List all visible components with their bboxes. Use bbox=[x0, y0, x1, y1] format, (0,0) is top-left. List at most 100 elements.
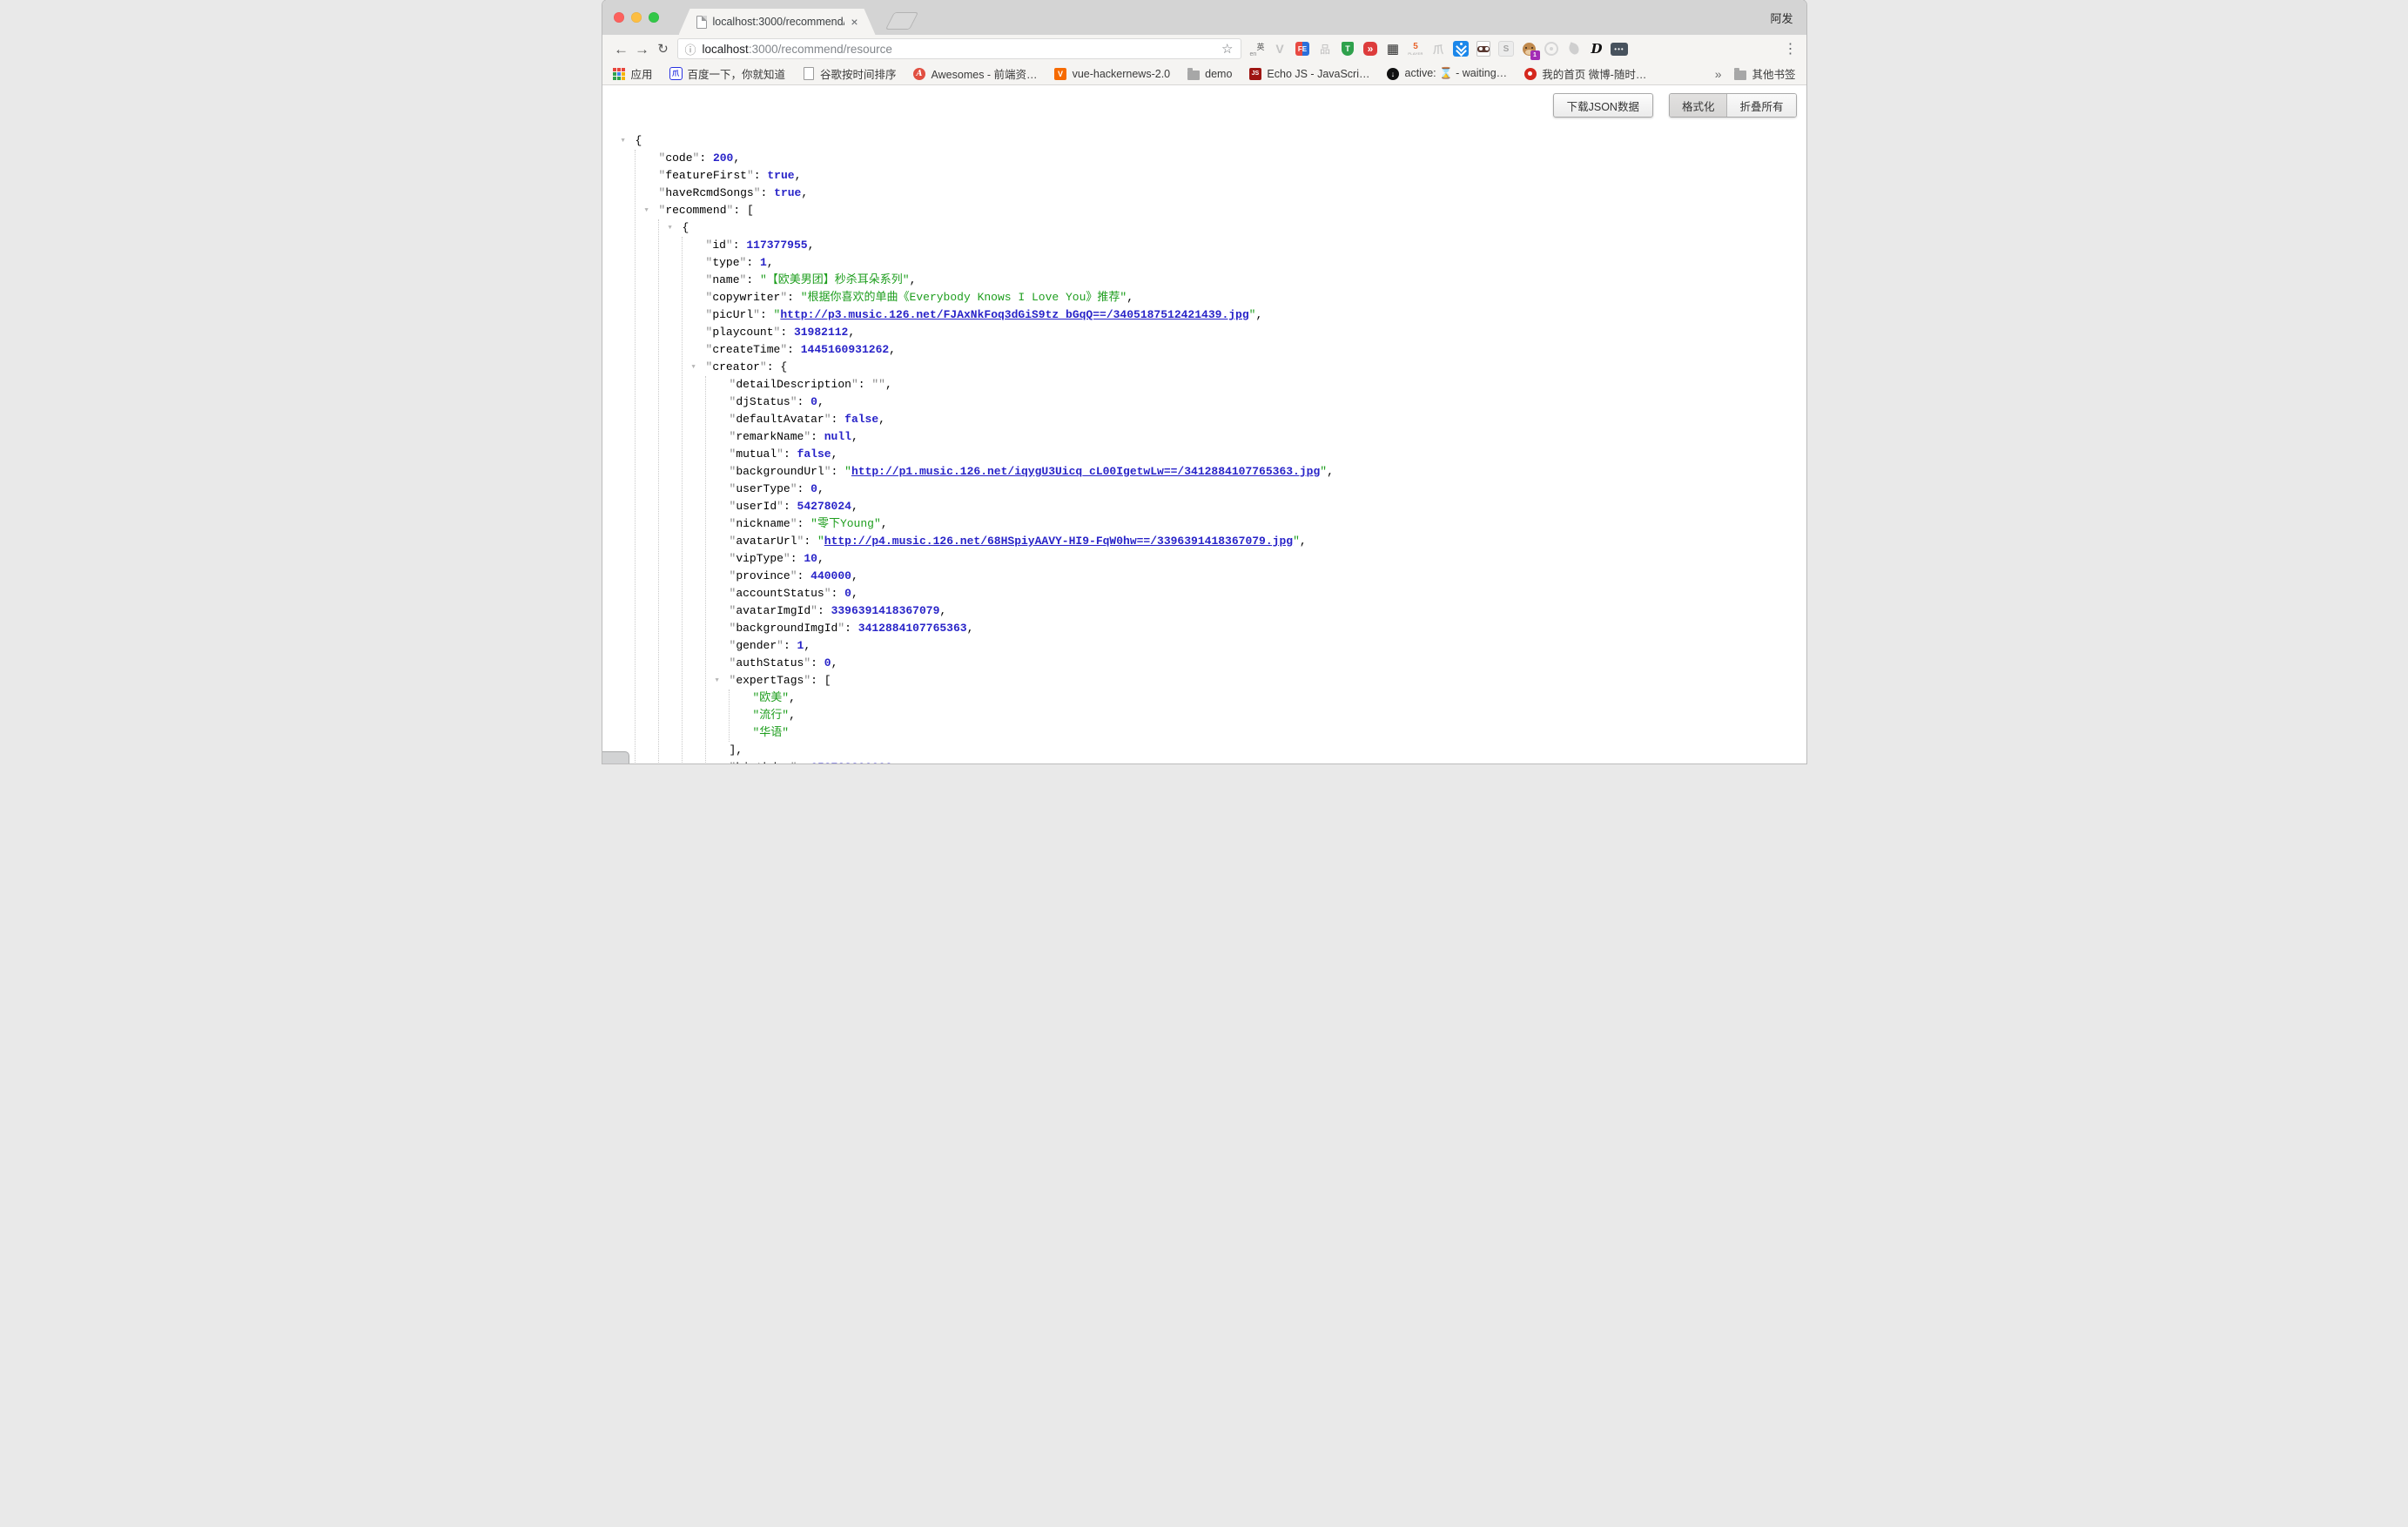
json-key: "creator": bbox=[706, 360, 781, 373]
extensions-row: 英enV FE品T »▦ 5PLAYER爪 S1 D ••• bbox=[1248, 40, 1779, 58]
json-line: "name": "【欧美男团】秒杀耳朵系列", bbox=[602, 272, 1806, 289]
bookmark-item[interactable]: 爪百度一下，你就知道 bbox=[669, 65, 786, 82]
json-punct: , bbox=[808, 239, 815, 252]
json-value: true bbox=[774, 186, 801, 199]
json-link-value: "http://p4.music.126.net/68HSpiyAAVY-HI9… bbox=[817, 535, 1300, 548]
bookmark-label: active: ⌛ - waiting… bbox=[1405, 67, 1508, 80]
qr-code-icon[interactable]: ▦ bbox=[1384, 40, 1402, 58]
s-extension-icon[interactable]: S bbox=[1497, 40, 1516, 58]
json-punct: , bbox=[831, 656, 838, 669]
json-punct: { bbox=[683, 221, 689, 234]
forward-icon[interactable]: → bbox=[632, 42, 653, 57]
bookmark-item[interactable]: AAwesomes - 前端资… bbox=[913, 65, 1038, 82]
json-line: "华语" bbox=[602, 724, 1806, 742]
json-value: null bbox=[824, 430, 851, 443]
json-line: "accountStatus": 0, bbox=[602, 585, 1806, 602]
profile-name[interactable]: 阿发 bbox=[1770, 10, 1793, 26]
monkey-icon[interactable]: 1 bbox=[1520, 40, 1538, 58]
other-bookmarks[interactable]: 其他书签 bbox=[1733, 65, 1795, 82]
translate-icon[interactable]: 英en bbox=[1248, 40, 1267, 58]
json-key: "createTime": bbox=[706, 343, 801, 356]
bird-icon[interactable] bbox=[1565, 40, 1584, 58]
minimize-window-button[interactable] bbox=[631, 12, 642, 23]
json-punct: , bbox=[851, 430, 858, 443]
download-json-button[interactable]: 下载JSON数据 bbox=[1553, 93, 1653, 118]
bookmarks-overflow-chevron[interactable]: » bbox=[1715, 67, 1722, 81]
json-punct: , bbox=[767, 256, 774, 269]
json-value: 54278024 bbox=[797, 500, 851, 513]
json-line: ▼{ bbox=[602, 132, 1806, 150]
page-info-icon[interactable]: ⓘ bbox=[685, 41, 696, 57]
collapse-toggle-icon[interactable]: ▼ bbox=[692, 359, 696, 376]
json-line: "picUrl": "http://p3.music.126.net/FJAxN… bbox=[602, 306, 1806, 324]
bookmark-item[interactable]: ↓active: ⌛ - waiting… bbox=[1387, 67, 1508, 80]
back-icon[interactable]: ← bbox=[611, 42, 632, 57]
collapse-toggle-icon[interactable]: ▼ bbox=[645, 202, 649, 219]
fe-toolbox-icon[interactable]: FE bbox=[1294, 40, 1312, 58]
d-extension-icon[interactable]: D bbox=[1588, 40, 1606, 58]
collapse-toggle-icon[interactable]: ▼ bbox=[622, 132, 625, 150]
collapse-toggle-icon[interactable]: ▼ bbox=[716, 672, 719, 690]
json-link[interactable]: http://p4.music.126.net/68HSpiyAAVY-HI9-… bbox=[824, 535, 1293, 548]
json-line: "haveRcmdSongs": true, bbox=[602, 185, 1806, 202]
indent-guide bbox=[705, 376, 706, 764]
close-window-button[interactable] bbox=[614, 12, 624, 23]
vue-devtools-icon[interactable]: V bbox=[1271, 40, 1289, 58]
json-link-value: "http://p3.music.126.net/FJAxNkFoq3dGiS9… bbox=[774, 308, 1256, 321]
tab-close-icon[interactable]: × bbox=[851, 16, 858, 28]
tampermonkey-icon[interactable]: T bbox=[1339, 40, 1357, 58]
json-empty-string: "" bbox=[871, 378, 885, 391]
json-value: false bbox=[797, 447, 831, 461]
bookmark-item[interactable]: JSEcho JS - JavaScri… bbox=[1248, 67, 1369, 80]
json-link[interactable]: http://p3.music.126.net/FJAxNkFoq3dGiS9t… bbox=[780, 308, 1248, 321]
format-button[interactable]: 格式化 bbox=[1670, 94, 1728, 117]
apps-grid-icon bbox=[613, 67, 626, 80]
json-string: "零下Young" bbox=[811, 517, 881, 530]
json-link[interactable]: http://p1.music.126.net/iqygU3Uicq_cL00I… bbox=[851, 465, 1320, 478]
tab-favicon-icon bbox=[696, 16, 707, 29]
json-string: "根据你喜欢的单曲《Everybody Knows I Love You》推荐" bbox=[801, 291, 1127, 304]
json-line: "欧美", bbox=[602, 690, 1806, 707]
new-tab-button[interactable] bbox=[885, 12, 918, 30]
download-helper-icon[interactable] bbox=[1452, 40, 1470, 58]
json-value: 3396391418367079 bbox=[831, 604, 940, 617]
zoom-window-button[interactable] bbox=[649, 12, 659, 23]
html5-player-icon[interactable]: 5PLAYER bbox=[1407, 40, 1425, 58]
json-key: "code": bbox=[659, 151, 713, 165]
weibo-icon bbox=[1523, 67, 1537, 80]
bookmark-item[interactable]: Vvue-hackernews-2.0 bbox=[1054, 67, 1171, 80]
bookmark-label: demo bbox=[1205, 68, 1232, 80]
incognito-mask-icon[interactable] bbox=[1475, 40, 1493, 58]
paw-icon[interactable]: 爪 bbox=[1429, 40, 1448, 58]
json-line: "gender": 1, bbox=[602, 637, 1806, 655]
fast-forward-icon[interactable]: » bbox=[1362, 40, 1380, 58]
browser-tab[interactable]: localhost:3000/recommend/re × bbox=[679, 9, 876, 35]
json-key: "backgroundUrl": bbox=[730, 465, 845, 478]
reload-icon[interactable]: ↻ bbox=[653, 43, 674, 56]
view-mode-group: 格式化 折叠所有 bbox=[1669, 93, 1797, 118]
url-bar[interactable]: ⓘ localhost:3000/recommend/resource ☆ bbox=[677, 38, 1241, 59]
bookmark-item[interactable]: demo bbox=[1187, 67, 1232, 80]
indent-guide bbox=[658, 219, 659, 764]
json-key: "birthday": bbox=[730, 761, 811, 764]
weibo-visitor-icon[interactable] bbox=[1543, 40, 1561, 58]
bookmark-item[interactable]: 我的首页 微博-随时… bbox=[1523, 65, 1646, 82]
bookmark-item[interactable]: 谷歌按时间排序 bbox=[802, 65, 897, 82]
bookmark-item[interactable]: 应用 bbox=[613, 65, 653, 82]
json-line: "birthday": 652723200000, bbox=[602, 759, 1806, 764]
collapse-all-button[interactable]: 折叠所有 bbox=[1727, 94, 1795, 117]
tab-strip: localhost:3000/recommend/re × 阿发 bbox=[602, 0, 1806, 35]
collapse-toggle-icon[interactable]: ▼ bbox=[669, 219, 672, 237]
json-key: "haveRcmdSongs": bbox=[659, 186, 775, 199]
json-punct: { bbox=[780, 360, 787, 373]
json-punct: , bbox=[817, 482, 824, 495]
json-line: "authStatus": 0, bbox=[602, 655, 1806, 672]
bookmark-label: Awesomes - 前端资… bbox=[932, 65, 1038, 82]
json-punct: , bbox=[1300, 535, 1307, 548]
sitemap-icon[interactable]: 品 bbox=[1316, 40, 1335, 58]
folder-icon bbox=[1733, 67, 1746, 80]
bookmark-star-icon[interactable]: ☆ bbox=[1221, 41, 1233, 57]
password-manager-icon[interactable]: ••• bbox=[1611, 40, 1629, 58]
browser-menu-icon[interactable]: ⋮ bbox=[1784, 40, 1798, 57]
json-line: ▼"expertTags": [ bbox=[602, 672, 1806, 690]
